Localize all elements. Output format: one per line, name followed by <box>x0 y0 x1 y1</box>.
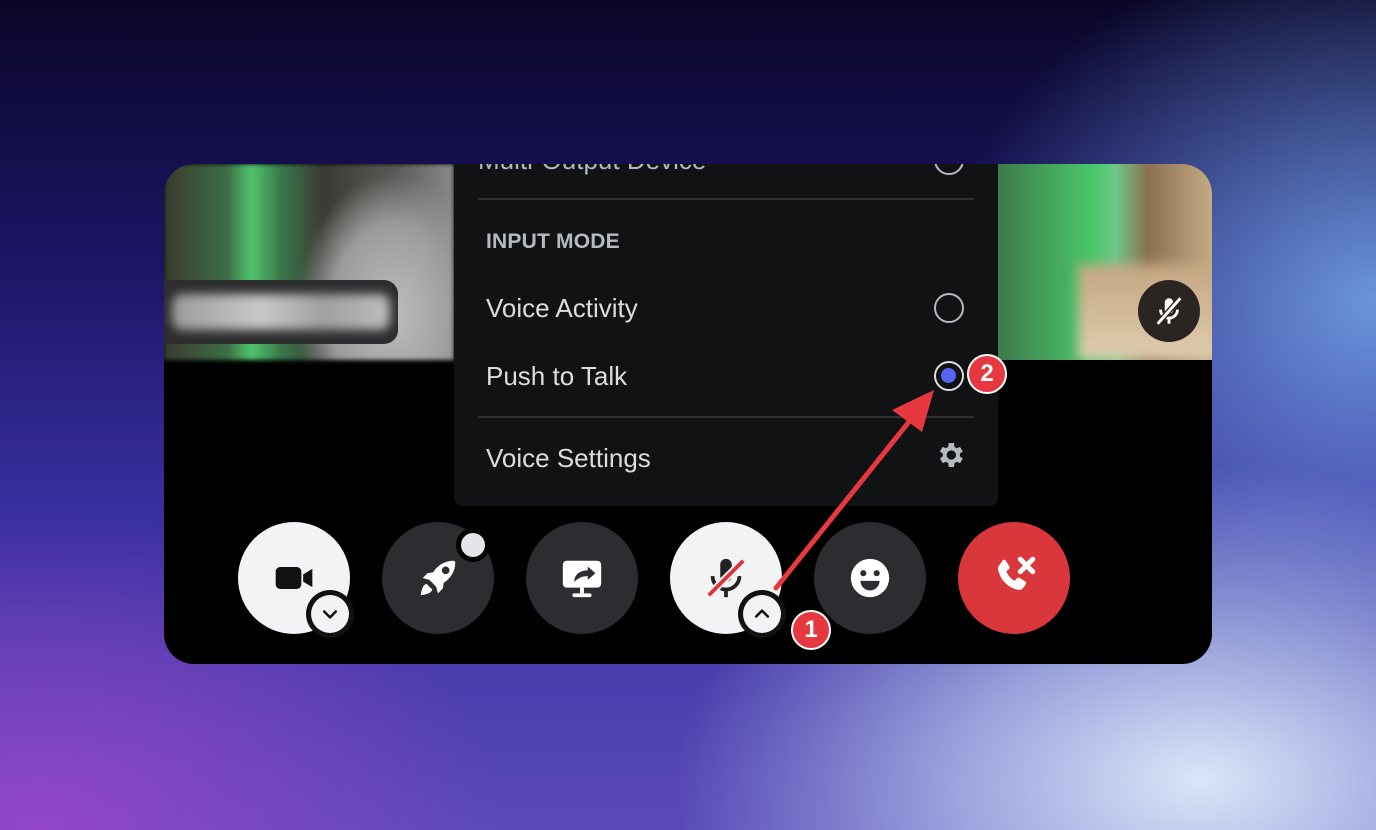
menu-item-voice-settings[interactable]: Voice Settings <box>478 430 974 486</box>
participant-name-pill <box>164 280 398 344</box>
radio-unchecked[interactable] <box>934 293 964 323</box>
menu-item-push-to-talk[interactable]: Push to Talk <box>478 348 974 404</box>
screen-share-icon <box>562 560 602 598</box>
chevron-down-icon <box>322 610 338 619</box>
input-mode-menu: Multi-Output Device INPUT MODE Voice Act… <box>454 164 998 506</box>
menu-divider <box>478 416 974 418</box>
step-badge-2: 2 <box>967 354 1007 394</box>
step-badge-1: 1 <box>791 610 831 650</box>
radio-unchecked[interactable] <box>934 164 964 175</box>
menu-item-voice-activity[interactable]: Voice Activity <box>478 280 974 336</box>
audio-options-button[interactable] <box>738 590 786 638</box>
smile-icon <box>850 558 890 598</box>
menu-item-label: Voice Activity <box>486 292 638 323</box>
menu-item-multi-output[interactable]: Multi-Output Device <box>478 164 974 188</box>
menu-item-label: Voice Settings <box>486 442 651 473</box>
chevron-up-icon <box>754 609 770 618</box>
emoji-button[interactable] <box>814 522 926 634</box>
rocket-icon <box>420 560 456 596</box>
microphone-muted-icon <box>706 558 746 598</box>
blurred-name <box>172 294 390 330</box>
notification-dot <box>456 528 490 562</box>
phone-hangup-icon <box>997 556 1036 590</box>
screen-share-button[interactable] <box>526 522 638 634</box>
gear-icon <box>934 439 966 478</box>
menu-divider <box>478 198 974 200</box>
video-camera-icon <box>275 567 313 589</box>
section-title-input-mode: INPUT MODE <box>486 230 620 253</box>
muted-mic-icon <box>1138 280 1200 342</box>
hang-up-button[interactable] <box>958 522 1070 634</box>
menu-item-label: Push to Talk <box>486 360 628 391</box>
menu-item-label: Multi-Output Device <box>478 164 706 176</box>
radio-checked[interactable] <box>934 361 964 391</box>
camera-options-button[interactable] <box>306 590 354 638</box>
